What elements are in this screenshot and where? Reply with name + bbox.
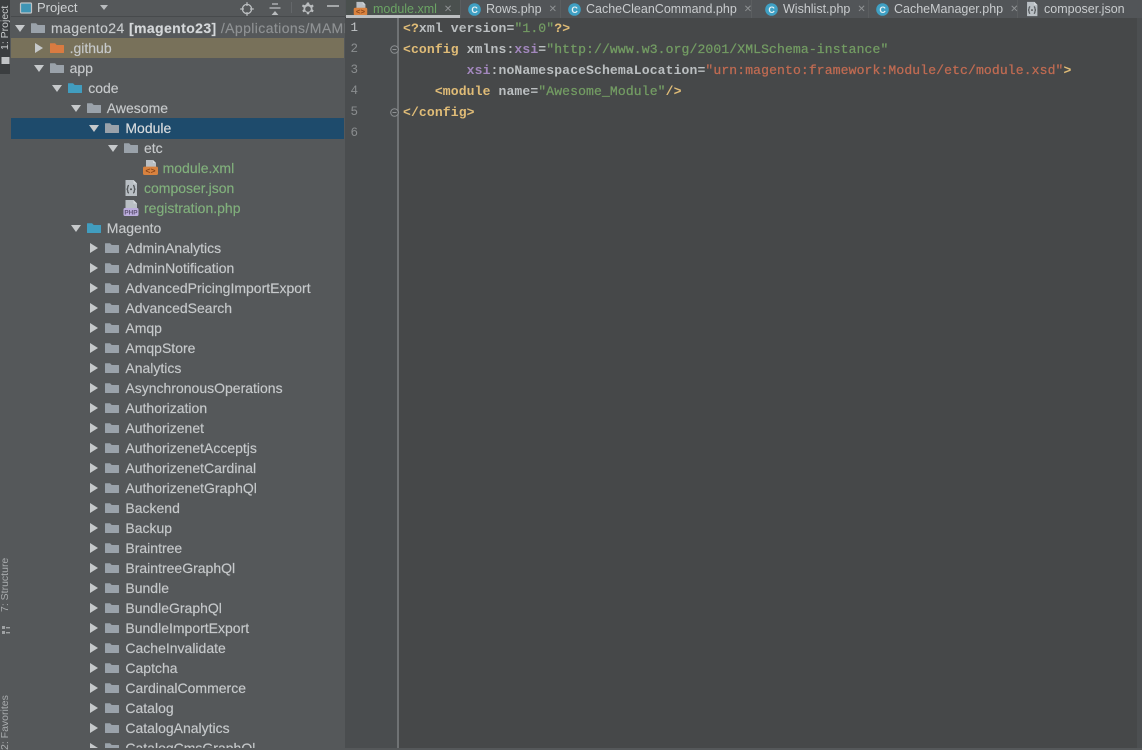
svg-text:<>: <>: [145, 166, 155, 176]
svg-text:PHP: PHP: [124, 209, 138, 216]
svg-text:C: C: [571, 4, 578, 14]
svg-text:C: C: [768, 4, 775, 14]
svg-text:C: C: [879, 4, 886, 14]
svg-text:C: C: [471, 4, 478, 14]
